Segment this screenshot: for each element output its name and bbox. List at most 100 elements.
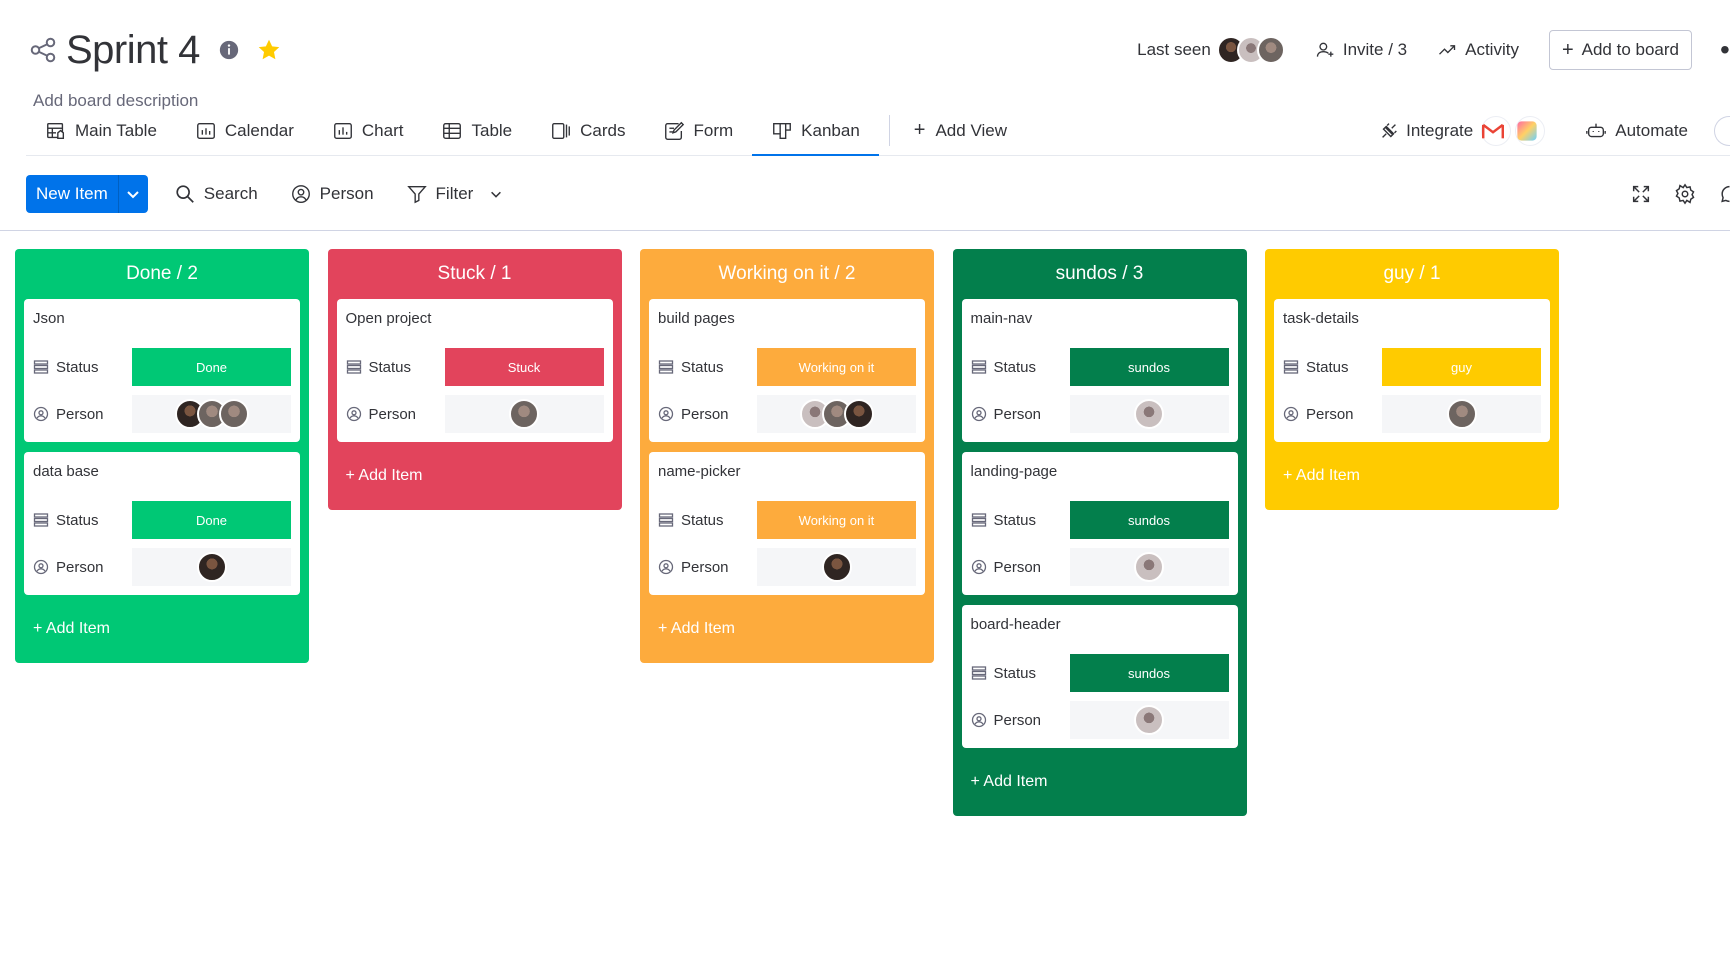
person-value[interactable] [1069,701,1229,739]
column-title[interactable]: Stuck / 1 [337,249,613,299]
card-name[interactable]: board-header [971,616,1061,633]
person-avatars [1134,399,1164,429]
activity-button[interactable]: Activity [1437,40,1519,60]
add-view-button[interactable]: + Add View [898,106,1023,155]
avatar[interactable] [509,399,539,429]
avatar[interactable] [821,552,852,582]
tab-form[interactable]: Form [644,106,752,155]
integrate-button[interactable]: Integrate [1378,115,1546,146]
new-item-label[interactable]: New Item [26,175,118,213]
toolbar-divider [0,230,1730,231]
add-item-button[interactable]: + Add Item [24,605,300,653]
more-views-icon[interactable] [1714,115,1730,146]
person-column-icon [971,559,986,575]
avatar[interactable] [1134,399,1164,429]
kanban-card[interactable]: Json Status Done Person [24,299,300,442]
status-badge[interactable]: Done [132,501,291,539]
tab-calendar[interactable]: Calendar [176,106,313,155]
new-item-button[interactable]: New Item [26,175,148,213]
kanban-card[interactable]: board-header Status sundos Person [961,605,1238,748]
card-name[interactable]: task-details [1283,310,1359,327]
person-value[interactable] [132,395,291,433]
last-seen[interactable]: Last seen [1137,36,1285,64]
kanban-card[interactable]: build pages Status Working on it Person [649,299,925,442]
info-icon[interactable] [218,39,240,61]
column-title[interactable]: Working on it / 2 [649,249,925,299]
search-button[interactable]: Search [174,183,258,205]
avatar[interactable] [843,399,874,429]
person-value[interactable] [757,548,916,586]
status-field: Status guy [1283,348,1541,386]
card-name[interactable]: Json [33,310,65,327]
card-name[interactable]: Open project [346,310,432,327]
person-icon [291,185,310,203]
person-value[interactable] [757,395,916,433]
person-field: Person [33,548,291,586]
kanban-card[interactable]: Open project Status Stuck Person [336,299,613,442]
kanban-card[interactable]: data base Status Done Person [24,452,300,595]
column-title[interactable]: Done / 2 [24,249,300,299]
avatar[interactable] [1134,552,1164,582]
status-badge[interactable]: Done [132,348,291,386]
person-filter-button[interactable]: Person [290,183,374,205]
status-badge[interactable]: Working on it [757,348,916,386]
page-title[interactable]: Sprint 4 [66,28,200,73]
status-badge[interactable]: sundos [1069,348,1229,386]
add-item-button[interactable]: + Add Item [962,758,1238,806]
more-icon[interactable]: • [1720,45,1730,55]
add-item-button[interactable]: + Add Item [337,452,613,500]
card-name[interactable]: landing-page [971,463,1058,480]
card-name[interactable]: name-picker [658,463,741,480]
column-title[interactable]: guy / 1 [1274,249,1550,299]
chat-icon[interactable] [1718,183,1730,205]
tab-chart[interactable]: Chart [313,106,423,155]
card-name[interactable]: main-nav [971,310,1033,327]
board-header: Sprint 4 Add board description Last seen… [0,0,1730,172]
kanban-card[interactable]: main-nav Status sundos Person [961,299,1238,442]
add-item-button[interactable]: + Add Item [649,605,925,653]
status-badge[interactable]: sundos [1069,654,1229,692]
fullscreen-icon[interactable] [1630,183,1652,205]
card-name[interactable]: build pages [658,310,735,327]
tab-table[interactable]: Table [422,106,531,155]
share-icon[interactable] [28,35,58,65]
kanban-card[interactable]: name-picker Status Working on it Person [649,452,925,595]
status-badge[interactable]: Stuck [444,348,604,386]
gear-icon[interactable] [1674,183,1696,205]
star-icon[interactable] [256,37,282,63]
avatar[interactable] [1446,399,1477,429]
person-value[interactable] [444,395,604,433]
kanban-card[interactable]: landing-page Status sundos Person [961,452,1238,595]
column-title[interactable]: sundos / 3 [962,249,1238,299]
field-label: Status [993,664,1037,682]
chevron-down-icon[interactable] [489,187,503,201]
status-badge[interactable]: guy [1382,348,1541,386]
filter-button[interactable]: Filter [406,183,504,205]
invite-button[interactable]: Invite / 3 [1315,40,1407,60]
person-value[interactable] [132,548,291,586]
person-value[interactable] [1069,395,1229,433]
avatar[interactable] [218,399,249,429]
automate-button[interactable]: Automate [1585,120,1688,142]
card-name[interactable]: data base [33,463,99,480]
avatar[interactable] [1134,705,1164,735]
add-item-button[interactable]: + Add Item [1274,452,1550,500]
tab-main-table[interactable]: Main Table [26,106,176,155]
new-item-dropdown[interactable] [117,175,148,213]
cards-icon [552,122,571,139]
avatar[interactable] [196,552,227,582]
tab-kanban[interactable]: Kanban [752,106,879,156]
person-value[interactable] [1069,548,1229,586]
status-column-icon [33,360,49,374]
tab-divider [888,115,890,146]
kanban-card[interactable]: task-details Status guy Person [1274,299,1550,442]
add-to-board-button[interactable]: + Add to board [1548,30,1692,70]
tab-cards[interactable]: Cards [531,106,644,155]
person-value[interactable] [1382,395,1541,433]
person-avatars [1134,705,1164,735]
person-field: Person [33,395,291,433]
activity-label: Activity [1465,40,1519,59]
status-badge[interactable]: Working on it [757,501,916,539]
status-badge[interactable]: sundos [1069,501,1229,539]
add-view-label: Add View [935,120,1007,140]
